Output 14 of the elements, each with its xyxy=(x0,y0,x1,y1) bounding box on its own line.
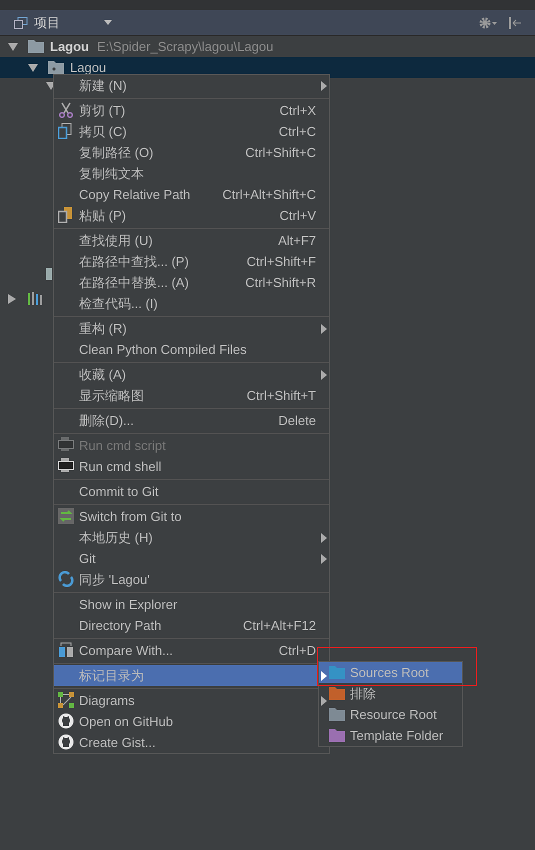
shortcut-label: Ctrl+Shift+F xyxy=(246,252,316,271)
shortcut-label: Ctrl+C xyxy=(278,122,316,141)
shortcut-label: Ctrl+Shift+R xyxy=(245,274,316,292)
panel-title: 项目 xyxy=(34,14,60,32)
shortcut-label: Ctrl+X xyxy=(280,102,316,120)
shortcut-label: Alt+F7 xyxy=(278,232,316,250)
shortcut-label: Ctrl+Alt+Shift+C xyxy=(222,186,316,204)
shortcut-label: Ctrl+Shift+C xyxy=(245,144,316,162)
shortcut-label: Ctrl+V xyxy=(280,206,316,225)
folder-path: E:\Spider_Scrapy\lagou\Lagou xyxy=(97,38,274,56)
shortcut-label: Delete xyxy=(278,412,316,430)
shortcut-label: Ctrl+D xyxy=(278,642,316,660)
shortcut-label: Ctrl+Alt+F12 xyxy=(243,616,316,635)
shortcut-label: Ctrl+Shift+T xyxy=(246,386,316,405)
